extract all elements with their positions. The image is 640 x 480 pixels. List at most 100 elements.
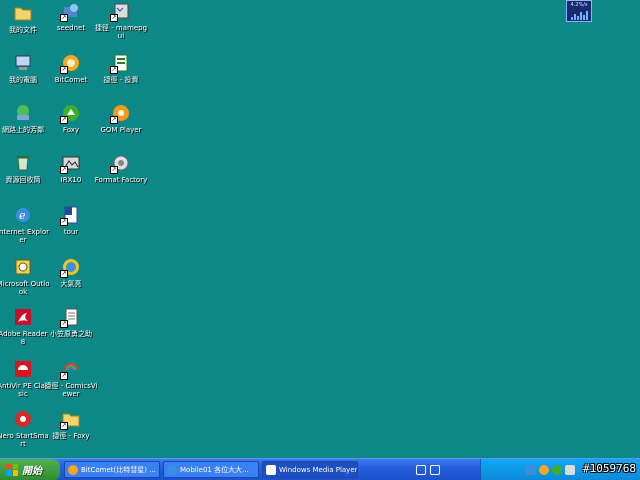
foxy-icon: ↗ <box>60 102 82 124</box>
desktop-icon-internet-explorer[interactable]: e Internet Explorer <box>0 204 49 254</box>
icon-label: IRX10 <box>60 176 82 184</box>
icon-label: 網路上的芳鄰 <box>2 126 44 134</box>
desktop-icon-seednet[interactable]: ↗ seednet <box>45 0 97 50</box>
text-document-icon: ↗ <box>60 306 82 328</box>
icon-label: tour <box>63 228 79 236</box>
desktop-icon-my-documents[interactable]: 我的文件 <box>0 2 49 52</box>
bitcomet-icon <box>68 464 78 475</box>
icon-label: 小笠原勇之助 <box>50 330 92 338</box>
desktop-icon-outlook[interactable]: Microsoft Outlook <box>0 256 50 306</box>
taskbar-buttons: BitComet(比特彗星) ... Mobile01 各位大大... Wind… <box>64 461 358 478</box>
icon-label: Adobe Reader 8 <box>0 330 48 346</box>
desktop-icon-mamepgui[interactable]: ↗ 捷徑 - mamepgui <box>95 0 147 50</box>
desktop-icon-tour[interactable]: ↗ tour <box>45 204 97 254</box>
svg-text:e: e <box>19 209 26 222</box>
desktop: 我的文件 ↗ seednet ↗ 捷徑 - mamepgui 我的電腦 ↗ Bi… <box>0 0 640 458</box>
icon-label: Microsoft Outlook <box>0 280 50 296</box>
desktop-icon-adobe-reader[interactable]: Adobe Reader 8 <box>0 306 49 356</box>
mame-icon: ↗ <box>110 0 132 22</box>
desktop-icon-recycle-bin[interactable]: 資源回收筒 <box>0 152 49 202</box>
bitcomet-icon: ↗ <box>60 52 82 74</box>
tray-volume-icon[interactable] <box>565 464 575 475</box>
icon-label: Foxy <box>62 126 80 134</box>
taskbar: 開始 BitComet(比特彗星) ... Mobile01 各位大大... W… <box>0 458 640 480</box>
meter-bars <box>570 10 588 20</box>
media-player-icon <box>266 464 276 475</box>
format-factory-icon: ↗ <box>110 152 132 174</box>
icon-label: 捷徑 - mamepgui <box>94 24 148 40</box>
desktop-icon-invest[interactable]: ↗ 捷徑 - 投資 <box>95 52 147 102</box>
task-label: Windows Media Player <box>279 465 358 474</box>
computer-icon <box>12 52 34 74</box>
recycle-bin-icon <box>12 152 34 174</box>
icon-label: 捷徑 - Foxy <box>52 432 90 440</box>
antivir-umbrella-icon <box>12 358 34 380</box>
icon-label: Nero StartSmart <box>0 432 49 448</box>
shortcut-arrow-icon: ↗ <box>60 218 68 226</box>
tray-bitcomet-icon[interactable] <box>539 464 549 475</box>
shortcut-arrow-icon: ↗ <box>60 372 68 380</box>
icon-label: AntiVir PE Classic <box>0 382 49 398</box>
shortcut-arrow-icon: ↗ <box>60 14 68 22</box>
tray-network-icon[interactable] <box>526 464 536 475</box>
shortcut-arrow-icon: ↗ <box>60 320 68 328</box>
shortcut-arrow-icon: ↗ <box>110 14 118 22</box>
outlook-icon <box>12 256 34 278</box>
network-icon <box>12 102 34 124</box>
shortcut-arrow-icon: ↗ <box>60 66 68 74</box>
start-label: 開始 <box>22 466 42 477</box>
comicsviewer-icon: ↗ <box>60 358 82 380</box>
icon-label: Format Factory <box>94 176 148 184</box>
internet-explorer-icon <box>167 464 177 475</box>
nero-icon <box>12 408 34 430</box>
gom-player-icon: ↗ <box>110 102 132 124</box>
irx10-icon: ↗ <box>60 152 82 174</box>
task-button-mobile01[interactable]: Mobile01 各位大大... <box>163 461 259 478</box>
shortcut-arrow-icon: ↗ <box>60 116 68 124</box>
icon-label: 資源回收筒 <box>5 176 41 184</box>
desktop-icon-daqiyuan[interactable]: ↗ 大氣亮 <box>45 256 97 306</box>
folder-icon: ↗ <box>60 408 82 430</box>
desktop-icon-irx10[interactable]: ↗ IRX10 <box>45 152 97 202</box>
shortcut-arrow-icon: ↗ <box>110 66 118 74</box>
icon-label: GOM Player <box>100 126 142 134</box>
desktop-icon-bitcomet[interactable]: ↗ BitComet <box>45 52 97 102</box>
shortcut-arrow-icon: ↗ <box>60 422 68 430</box>
desktop-icon-gom-player[interactable]: ↗ GOM Player <box>95 102 147 152</box>
start-button[interactable]: 開始 <box>0 458 60 480</box>
desktop-icon-format-factory[interactable]: ↗ Format Factory <box>95 152 147 202</box>
icon-label: 我的電腦 <box>9 76 37 84</box>
network-globe-icon: ↗ <box>60 0 82 22</box>
desktop-icon-network[interactable]: 網路上的芳鄰 <box>0 102 49 152</box>
desktop-icon-comicsviewer[interactable]: ↗ 捷徑 - ComicsViewer <box>45 358 98 408</box>
task-button-bitcomet[interactable]: BitComet(比特彗星) ... <box>64 461 160 478</box>
icon-label: seednet <box>56 24 86 32</box>
desktop-icon-my-computer[interactable]: 我的電腦 <box>0 52 49 102</box>
shortcut-arrow-icon: ↗ <box>110 116 118 124</box>
watermark: #1059768 <box>583 462 636 475</box>
desktop-icon-nero[interactable]: Nero StartSmart <box>0 408 49 458</box>
help-icon[interactable] <box>430 464 440 475</box>
word-document-icon: ↗ <box>60 204 82 226</box>
tray-foxy-icon[interactable] <box>552 464 562 475</box>
folder-icon <box>12 2 34 24</box>
task-label: BitComet(比特彗星) ... <box>81 465 156 474</box>
shortcut-arrow-icon: ↗ <box>60 270 68 278</box>
desktop-icon-antivir[interactable]: AntiVir PE Classic <box>0 358 49 408</box>
shortcut-arrow-icon: ↗ <box>110 166 118 174</box>
icon-label: BitComet <box>54 76 88 84</box>
internet-explorer-icon: e <box>12 204 34 226</box>
desktop-icon-foxy[interactable]: ↗ Foxy <box>45 102 97 152</box>
desktop-toolbar-icon[interactable] <box>416 464 426 475</box>
icon-label: 捷徑 - 投資 <box>103 76 139 84</box>
windows-flag-icon <box>6 463 18 476</box>
task-button-media-player[interactable]: Windows Media Player <box>262 461 358 478</box>
task-label: Mobile01 各位大大... <box>180 465 249 474</box>
desktop-icon-foxy-folder[interactable]: ↗ 捷徑 - Foxy <box>45 408 97 458</box>
globe-icon: ↗ <box>60 256 82 278</box>
desktop-icon-xiaoli[interactable]: ↗ 小笠原勇之助 <box>45 306 97 356</box>
spreadsheet-icon: ↗ <box>110 52 132 74</box>
adobe-reader-icon <box>12 306 34 328</box>
network-meter-widget[interactable]: 4.2%/s <box>566 0 592 22</box>
shortcut-arrow-icon: ↗ <box>60 166 68 174</box>
